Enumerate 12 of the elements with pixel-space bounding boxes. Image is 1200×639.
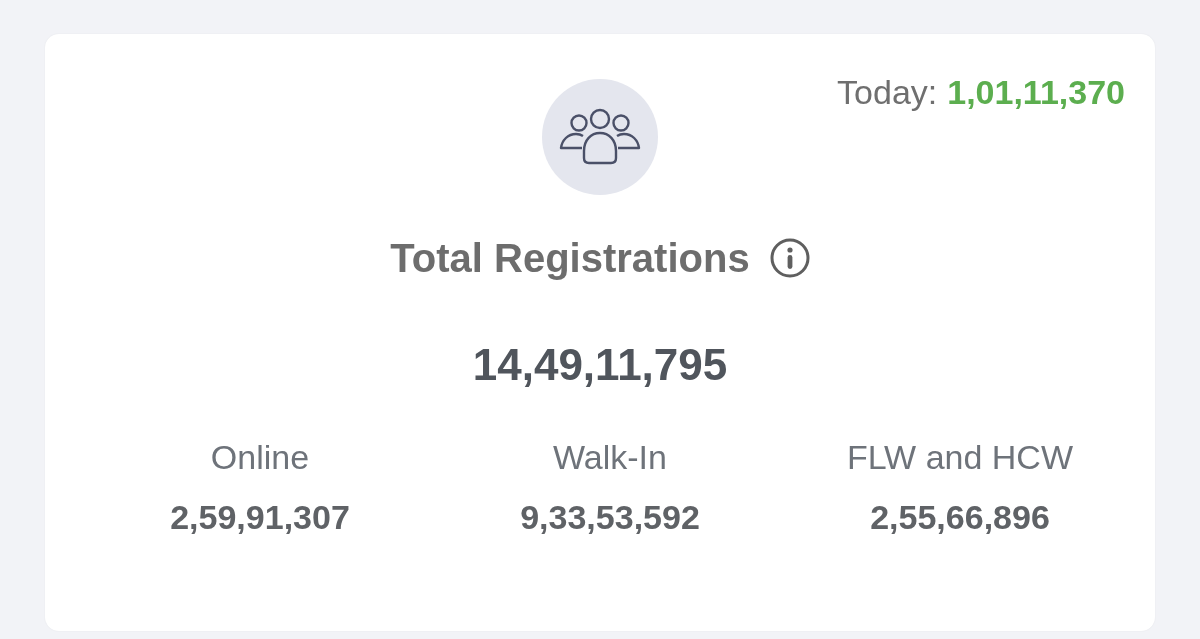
category-count: 2,55,66,896 [870,497,1050,537]
card-title: Total Registrations [390,235,750,282]
category-label: FLW and HCW [846,437,1074,477]
category-count: 9,33,53,592 [520,497,700,537]
today-count: 1,01,11,370 [947,72,1125,112]
category-label: Walk-In [553,437,667,477]
people-group-icon [542,79,658,195]
today-label: Today: [837,72,938,112]
category-label: Online [210,437,310,477]
total-count: 14,49,11,795 [472,339,728,391]
category-count: 2,59,91,307 [170,497,350,537]
info-icon[interactable] [769,238,810,278]
